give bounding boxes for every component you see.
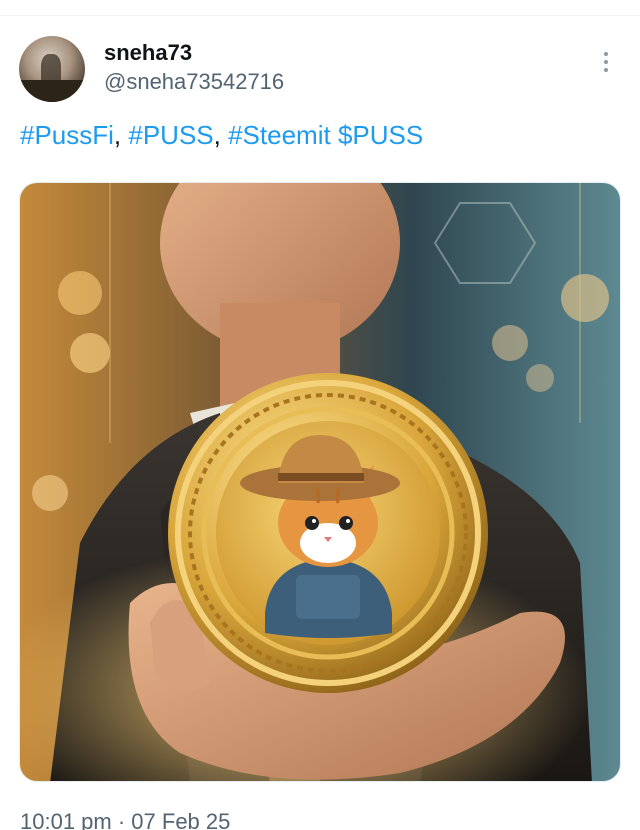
- tweet-time: 10:01 pm: [20, 809, 112, 830]
- cashtag-link[interactable]: $PUSS: [338, 120, 423, 150]
- hashtag-link[interactable]: #Steemit: [228, 120, 331, 150]
- more-vertical-icon[interactable]: [596, 48, 616, 76]
- hashtag-link[interactable]: #PussFi: [20, 120, 114, 150]
- dot: [604, 60, 608, 64]
- separator: ,: [113, 120, 129, 150]
- tweet-detail-view: sneha73 @sneha73542716 #PussFi, #PUSS, #…: [0, 0, 640, 830]
- dot: [604, 52, 608, 56]
- avatar[interactable]: [19, 36, 85, 102]
- separator: ,: [213, 120, 229, 150]
- tweet-text: #PussFi, #PUSS, #Steemit $PUSS: [20, 118, 423, 152]
- tweet-timestamp[interactable]: 10:01 pm · 07 Feb 25: [20, 808, 230, 830]
- avatar-ground: [19, 80, 85, 102]
- hashtag-link[interactable]: #PUSS: [128, 120, 213, 150]
- divider: [0, 15, 640, 16]
- tweet-date: 07 Feb 25: [131, 809, 231, 830]
- display-name[interactable]: sneha73: [104, 40, 192, 66]
- separator-dot: ·: [111, 809, 132, 830]
- tweet-image[interactable]: [19, 182, 621, 782]
- user-handle[interactable]: @sneha73542716: [104, 69, 284, 95]
- dot: [604, 68, 608, 72]
- illustration: [20, 183, 620, 781]
